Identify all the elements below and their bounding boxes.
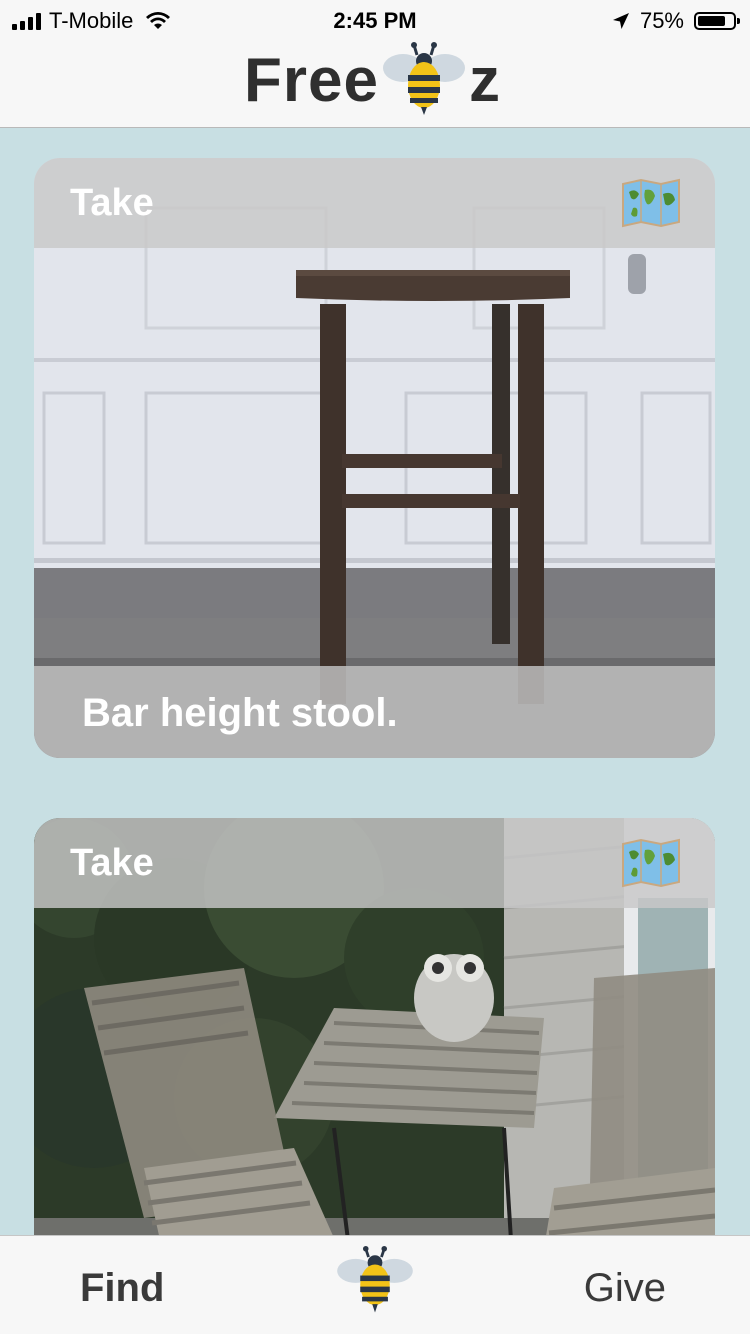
tab-bar: Find Give (0, 1235, 750, 1334)
status-right: 75% (612, 8, 740, 34)
app-logo: Free z (244, 40, 501, 120)
tab-give[interactable]: Give (584, 1266, 666, 1311)
battery-percent: 75% (639, 8, 684, 33)
logo-text-left: Free (244, 45, 379, 115)
map-icon[interactable] (621, 178, 681, 228)
take-label[interactable]: Take (70, 182, 154, 225)
item-card[interactable]: Take (34, 818, 715, 1236)
bee-icon (382, 42, 465, 115)
bee-icon[interactable] (333, 1246, 417, 1318)
item-card[interactable]: Take Bar height stool. (34, 158, 715, 758)
status-bar: T-Mobile 2:45 PM 75% (0, 0, 750, 40)
item-feed[interactable]: Take Bar height stool. Take (0, 128, 750, 1236)
map-icon[interactable] (621, 838, 681, 888)
location-arrow-icon (612, 13, 629, 29)
battery-icon (694, 12, 740, 30)
logo-text-right: z (468, 45, 501, 115)
take-label[interactable]: Take (70, 842, 154, 885)
app-header: Free z (0, 40, 750, 128)
tab-find[interactable]: Find (80, 1266, 164, 1311)
item-caption: Bar height stool. (82, 691, 398, 735)
